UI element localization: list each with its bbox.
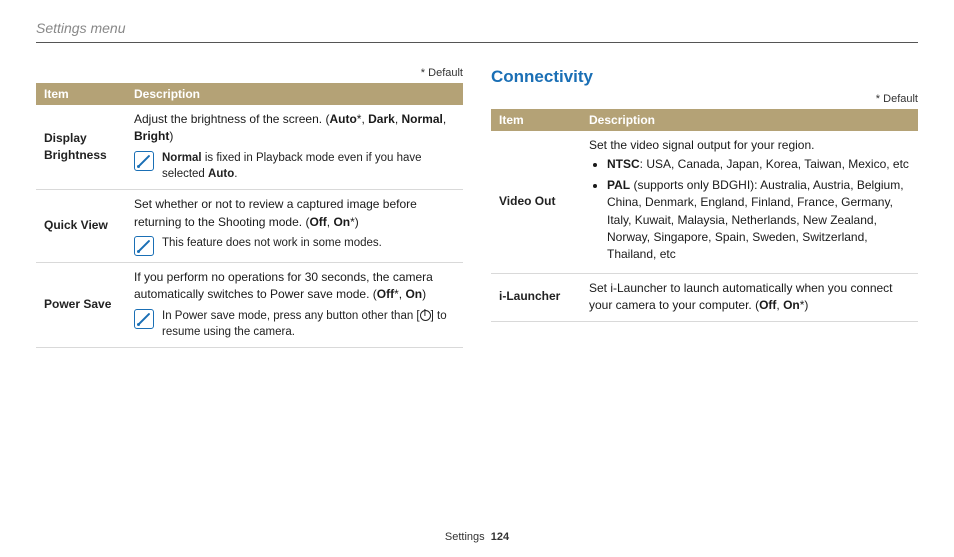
footer-section: Settings (445, 531, 485, 543)
note-icon (134, 236, 154, 256)
left-column: * Default Item Description Display Brigh… (36, 67, 463, 348)
item-label: Video Out (491, 131, 581, 273)
note-text: This feature does not work in some modes… (162, 235, 455, 252)
bullet-ntsc: NTSC: USA, Canada, Japan, Korea, Taiwan,… (607, 156, 910, 173)
col-header-desc: Description (581, 109, 918, 131)
row-ilauncher: i-Launcher Set i-Launcher to launch auto… (491, 273, 918, 321)
default-note-left: * Default (36, 67, 463, 79)
row-quick-view: Quick View Set whether or not to review … (36, 190, 463, 263)
row-video-out: Video Out Set the video signal output fo… (491, 131, 918, 273)
item-desc: Adjust the brightness of the screen. (Au… (126, 105, 463, 190)
bullet-pal: PAL (supports only BDGHI): Australia, Au… (607, 177, 910, 264)
breadcrumb: Settings menu (36, 20, 918, 43)
item-label: i-Launcher (491, 273, 581, 321)
item-label: Display Brightness (36, 105, 126, 190)
item-desc: Set whether or not to review a captured … (126, 190, 463, 263)
right-column: Connectivity * Default Item Description … (491, 67, 918, 348)
note-icon (134, 151, 154, 171)
section-title-connectivity: Connectivity (491, 67, 918, 87)
note-text: In Power save mode, press any button oth… (162, 308, 455, 341)
row-display-brightness: Display Brightness Adjust the brightness… (36, 105, 463, 190)
note-text: Normal is fixed in Playback mode even if… (162, 150, 455, 183)
col-header-item: Item (491, 109, 581, 131)
col-header-item: Item (36, 83, 126, 105)
item-label: Quick View (36, 190, 126, 263)
note-icon (134, 309, 154, 329)
item-label: Power Save (36, 262, 126, 347)
item-desc: Set i-Launcher to launch automatically w… (581, 273, 918, 321)
item-desc: Set the video signal output for your reg… (581, 131, 918, 273)
default-note-right: * Default (491, 93, 918, 105)
power-icon (420, 310, 431, 321)
page-footer: Settings 124 (0, 531, 954, 543)
row-power-save: Power Save If you perform no operations … (36, 262, 463, 347)
settings-table-left: Item Description Display Brightness Adju… (36, 83, 463, 348)
item-desc: If you perform no operations for 30 seco… (126, 262, 463, 347)
settings-table-right: Item Description Video Out Set the video… (491, 109, 918, 322)
page-number: 124 (491, 531, 509, 543)
col-header-desc: Description (126, 83, 463, 105)
